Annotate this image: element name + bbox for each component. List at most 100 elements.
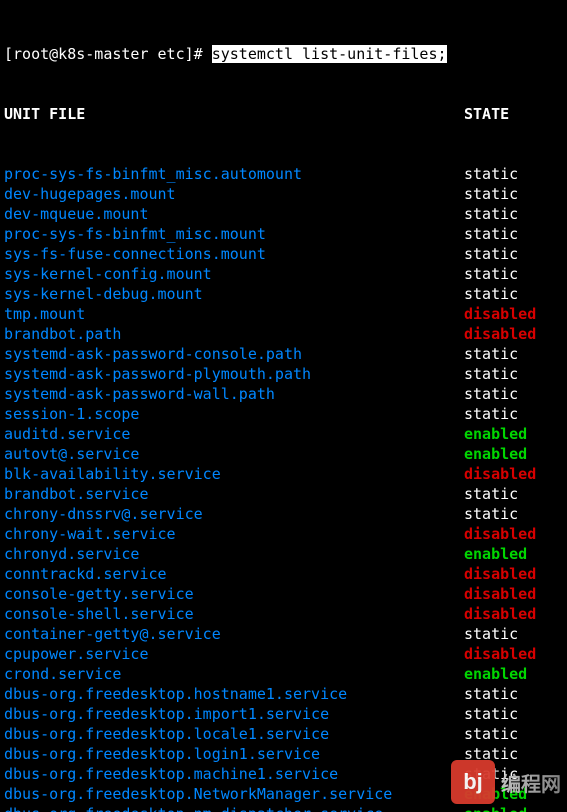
unit-row: sys-fs-fuse-connections.mountstatic xyxy=(4,244,563,264)
unit-state: disabled xyxy=(464,584,536,604)
unit-row: proc-sys-fs-binfmt_misc.mountstatic xyxy=(4,224,563,244)
unit-file: crond.service xyxy=(4,664,464,684)
unit-file: brandbot.path xyxy=(4,324,464,344)
unit-state: static xyxy=(464,484,518,504)
unit-row: autovt@.serviceenabled xyxy=(4,444,563,464)
terminal-output[interactable]: [root@k8s-master etc]# systemctl list-un… xyxy=(0,0,567,812)
unit-file: systemd-ask-password-wall.path xyxy=(4,384,464,404)
unit-file: conntrackd.service xyxy=(4,564,464,584)
unit-file: sys-fs-fuse-connections.mount xyxy=(4,244,464,264)
unit-file: console-shell.service xyxy=(4,604,464,624)
unit-state: static xyxy=(464,244,518,264)
prompt-path: etc xyxy=(158,45,185,63)
unit-row: chrony-wait.servicedisabled xyxy=(4,524,563,544)
unit-state: static xyxy=(464,384,518,404)
unit-row: conntrackd.servicedisabled xyxy=(4,564,563,584)
unit-state: static xyxy=(464,264,518,284)
unit-state: static xyxy=(464,624,518,644)
unit-file: console-getty.service xyxy=(4,584,464,604)
unit-file: tmp.mount xyxy=(4,304,464,324)
unit-file: cpupower.service xyxy=(4,644,464,664)
unit-file: chrony-wait.service xyxy=(4,524,464,544)
unit-state: static xyxy=(464,744,518,764)
unit-row: crond.serviceenabled xyxy=(4,664,563,684)
unit-file: dev-mqueue.mount xyxy=(4,204,464,224)
unit-file: dbus-org.freedesktop.machine1.service xyxy=(4,764,464,784)
unit-row: console-shell.servicedisabled xyxy=(4,604,563,624)
unit-file: dbus-org.freedesktop.login1.service xyxy=(4,744,464,764)
unit-state: enabled xyxy=(464,544,527,564)
prompt-sep xyxy=(149,45,158,63)
prompt-close: ] xyxy=(185,45,194,63)
unit-state: static xyxy=(464,344,518,364)
unit-state: static xyxy=(464,724,518,744)
unit-row: sys-kernel-config.mountstatic xyxy=(4,264,563,284)
unit-row: dev-mqueue.mountstatic xyxy=(4,204,563,224)
unit-row: chrony-dnssrv@.servicestatic xyxy=(4,504,563,524)
unit-file: dev-hugepages.mount xyxy=(4,184,464,204)
unit-file: session-1.scope xyxy=(4,404,464,424)
unit-state: static xyxy=(464,204,518,224)
unit-state: static xyxy=(464,184,518,204)
unit-state: static xyxy=(464,364,518,384)
unit-file: brandbot.service xyxy=(4,484,464,504)
rows-container: proc-sys-fs-binfmt_misc.automountstaticd… xyxy=(4,164,563,812)
unit-file: systemd-ask-password-console.path xyxy=(4,344,464,364)
header-line: UNIT FILESTATE xyxy=(4,104,563,124)
unit-state: static xyxy=(464,504,518,524)
unit-state: disabled xyxy=(464,464,536,484)
unit-row: systemd-ask-password-wall.pathstatic xyxy=(4,384,563,404)
unit-row: tmp.mountdisabled xyxy=(4,304,563,324)
unit-row: container-getty@.servicestatic xyxy=(4,624,563,644)
unit-file: dbus-org.freedesktop.import1.service xyxy=(4,704,464,724)
unit-row: systemd-ask-password-console.pathstatic xyxy=(4,344,563,364)
unit-state: static xyxy=(464,684,518,704)
unit-state: disabled xyxy=(464,564,536,584)
unit-file: container-getty@.service xyxy=(4,624,464,644)
unit-row: auditd.serviceenabled xyxy=(4,424,563,444)
command-text: systemctl list-unit-files; xyxy=(212,45,447,63)
unit-state: enabled xyxy=(464,804,527,812)
unit-row: brandbot.servicestatic xyxy=(4,484,563,504)
prompt-user: root@k8s-master xyxy=(13,45,148,63)
prompt-open: [ xyxy=(4,45,13,63)
unit-state: disabled xyxy=(464,644,536,664)
unit-row: proc-sys-fs-binfmt_misc.automountstatic xyxy=(4,164,563,184)
unit-row: dev-hugepages.mountstatic xyxy=(4,184,563,204)
unit-state: enabled xyxy=(464,784,527,804)
unit-file: auditd.service xyxy=(4,424,464,444)
unit-file: proc-sys-fs-binfmt_misc.automount xyxy=(4,164,464,184)
unit-state: disabled xyxy=(464,524,536,544)
unit-state: static xyxy=(464,704,518,724)
unit-row: session-1.scopestatic xyxy=(4,404,563,424)
unit-state: static xyxy=(464,284,518,304)
unit-row: dbus-org.freedesktop.import1.servicestat… xyxy=(4,704,563,724)
unit-row: systemd-ask-password-plymouth.pathstatic xyxy=(4,364,563,384)
unit-file: dbus-org.freedesktop.nm-dispatcher.servi… xyxy=(4,804,464,812)
unit-file: systemd-ask-password-plymouth.path xyxy=(4,364,464,384)
prompt-line: [root@k8s-master etc]# systemctl list-un… xyxy=(4,44,563,64)
unit-state: static xyxy=(464,404,518,424)
unit-state: disabled xyxy=(464,324,536,344)
unit-row: dbus-org.freedesktop.locale1.servicestat… xyxy=(4,724,563,744)
unit-row: chronyd.serviceenabled xyxy=(4,544,563,564)
unit-file: proc-sys-fs-binfmt_misc.mount xyxy=(4,224,464,244)
header-state: STATE xyxy=(464,104,509,124)
unit-file: dbus-org.freedesktop.NetworkManager.serv… xyxy=(4,784,464,804)
unit-row: blk-availability.servicedisabled xyxy=(4,464,563,484)
unit-file: dbus-org.freedesktop.hostname1.service xyxy=(4,684,464,704)
unit-file: chrony-dnssrv@.service xyxy=(4,504,464,524)
unit-row: console-getty.servicedisabled xyxy=(4,584,563,604)
unit-file: blk-availability.service xyxy=(4,464,464,484)
unit-row: dbus-org.freedesktop.NetworkManager.serv… xyxy=(4,784,563,804)
unit-state: disabled xyxy=(464,304,536,324)
unit-state: enabled xyxy=(464,444,527,464)
unit-file: dbus-org.freedesktop.locale1.service xyxy=(4,724,464,744)
unit-state: disabled xyxy=(464,604,536,624)
unit-state: enabled xyxy=(464,424,527,444)
unit-file: autovt@.service xyxy=(4,444,464,464)
unit-row: cpupower.servicedisabled xyxy=(4,644,563,664)
unit-file: sys-kernel-config.mount xyxy=(4,264,464,284)
unit-state: enabled xyxy=(464,664,527,684)
unit-file: sys-kernel-debug.mount xyxy=(4,284,464,304)
